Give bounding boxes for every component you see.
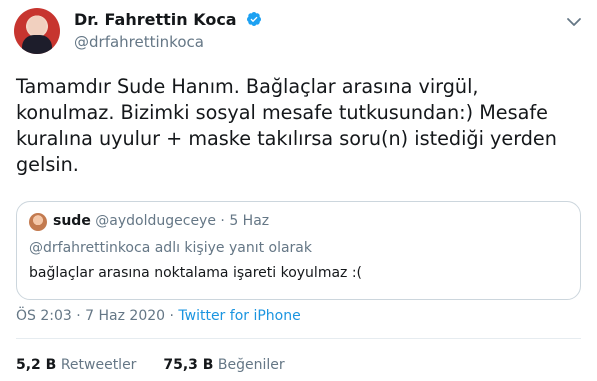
tweet-text-line: gelsin. [16, 153, 79, 176]
quoted-tweet-header: sude @aydoldugeceye · 5 Haz [53, 213, 269, 229]
author-display-name[interactable]: Dr. Fahrettin Koca [74, 10, 237, 29]
author-name-row[interactable]: Dr. Fahrettin Koca [74, 10, 262, 29]
quoted-date: 5 Haz [229, 213, 270, 229]
divider [16, 338, 581, 339]
tweet-stats: 5,2 B Retweetler 75,3 B Beğeniler [16, 357, 285, 373]
quoted-separator: · [220, 213, 225, 229]
quoted-author-name: sude [53, 213, 91, 229]
verified-badge-icon [246, 12, 261, 26]
chevron-down-icon[interactable] [566, 16, 582, 28]
tweet-text-line: kuralına uyulur + maske takılırsa soru(n… [16, 127, 557, 150]
avatar-face [28, 16, 46, 36]
quoted-author-avatar [29, 213, 47, 231]
quoted-author-handle: @aydoldugeceye [95, 213, 216, 229]
retweets-label: Retweetler [60, 357, 137, 373]
likes-stat[interactable]: 75,3 B Beğeniler [163, 357, 284, 373]
quoted-reply-context: @drfahrettinkoca adlı kişiye yanıt olara… [29, 240, 312, 256]
tweet-text: Tamamdır Sude Hanım. Bağlaçlar arasına v… [16, 74, 586, 178]
retweets-stat[interactable]: 5,2 B Retweetler [16, 357, 141, 373]
likes-count: 75,3 B [163, 357, 214, 373]
retweets-count: 5,2 B [16, 357, 57, 373]
tweet-source-link[interactable]: Twitter for iPhone [178, 308, 300, 324]
quoted-tweet-text: bağlaçlar arasına noktalama işareti koyu… [29, 265, 363, 281]
author-avatar[interactable] [14, 8, 60, 54]
likes-label: Beğeniler [217, 357, 285, 373]
tweet-card: Dr. Fahrettin Koca @drfahrettinkoca Tama… [0, 0, 597, 381]
tweet-meta: ÖS 2:03 · 7 Haz 2020 · Twitter for iPhon… [16, 308, 301, 324]
avatar-body [22, 35, 52, 54]
tweet-text-line: konulmaz. Bizimki sosyal mesafe tutkusun… [16, 101, 548, 124]
tweet-timestamp[interactable]: ÖS 2:03 · 7 Haz 2020 · [16, 308, 174, 324]
author-handle[interactable]: @drfahrettinkoca [74, 33, 204, 51]
tweet-text-line: Tamamdır Sude Hanım. Bağlaçlar arasına v… [16, 75, 479, 98]
quoted-tweet[interactable]: sude @aydoldugeceye · 5 Haz @drfahrettin… [16, 201, 581, 300]
